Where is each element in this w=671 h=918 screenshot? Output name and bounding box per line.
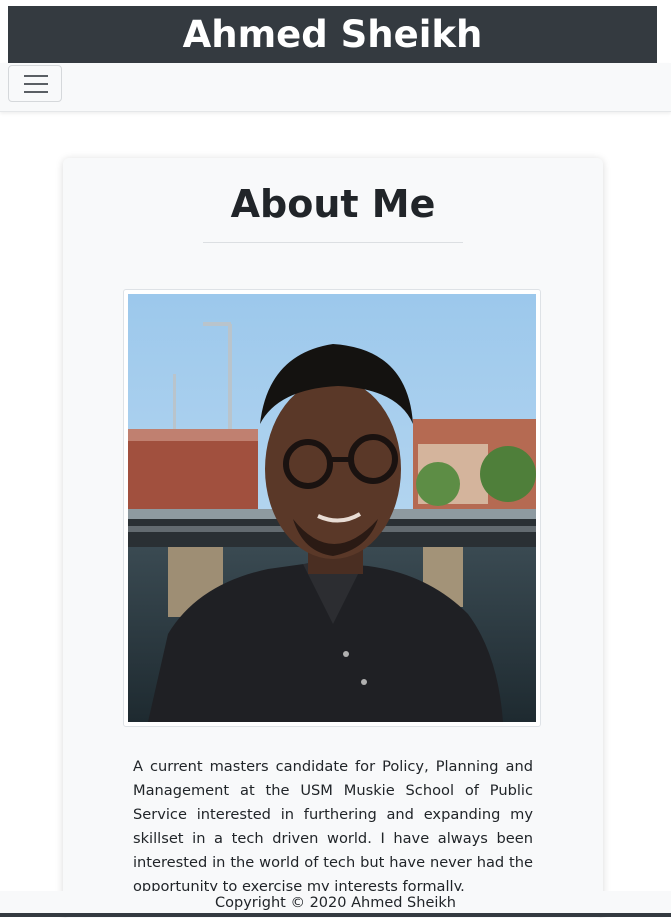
footer: Copyright © 2020 Ahmed Sheikh (0, 891, 671, 917)
profile-photo-image (128, 294, 536, 722)
site-title: Ahmed Sheikh (182, 13, 483, 56)
heading-divider (203, 242, 463, 243)
about-bio-text: A current masters candidate for Policy, … (133, 758, 533, 891)
about-card: About Me A current masters candidate for… (63, 158, 603, 918)
navbar (0, 63, 671, 112)
navbar-toggler-button[interactable] (8, 65, 62, 102)
site-title-bar: Ahmed Sheikh (8, 6, 657, 63)
profile-photo (123, 289, 541, 727)
hamburger-menu-icon (24, 75, 48, 93)
about-heading: About Me (230, 182, 436, 226)
footer-copyright: Copyright © 2020 Ahmed Sheikh (215, 895, 456, 911)
